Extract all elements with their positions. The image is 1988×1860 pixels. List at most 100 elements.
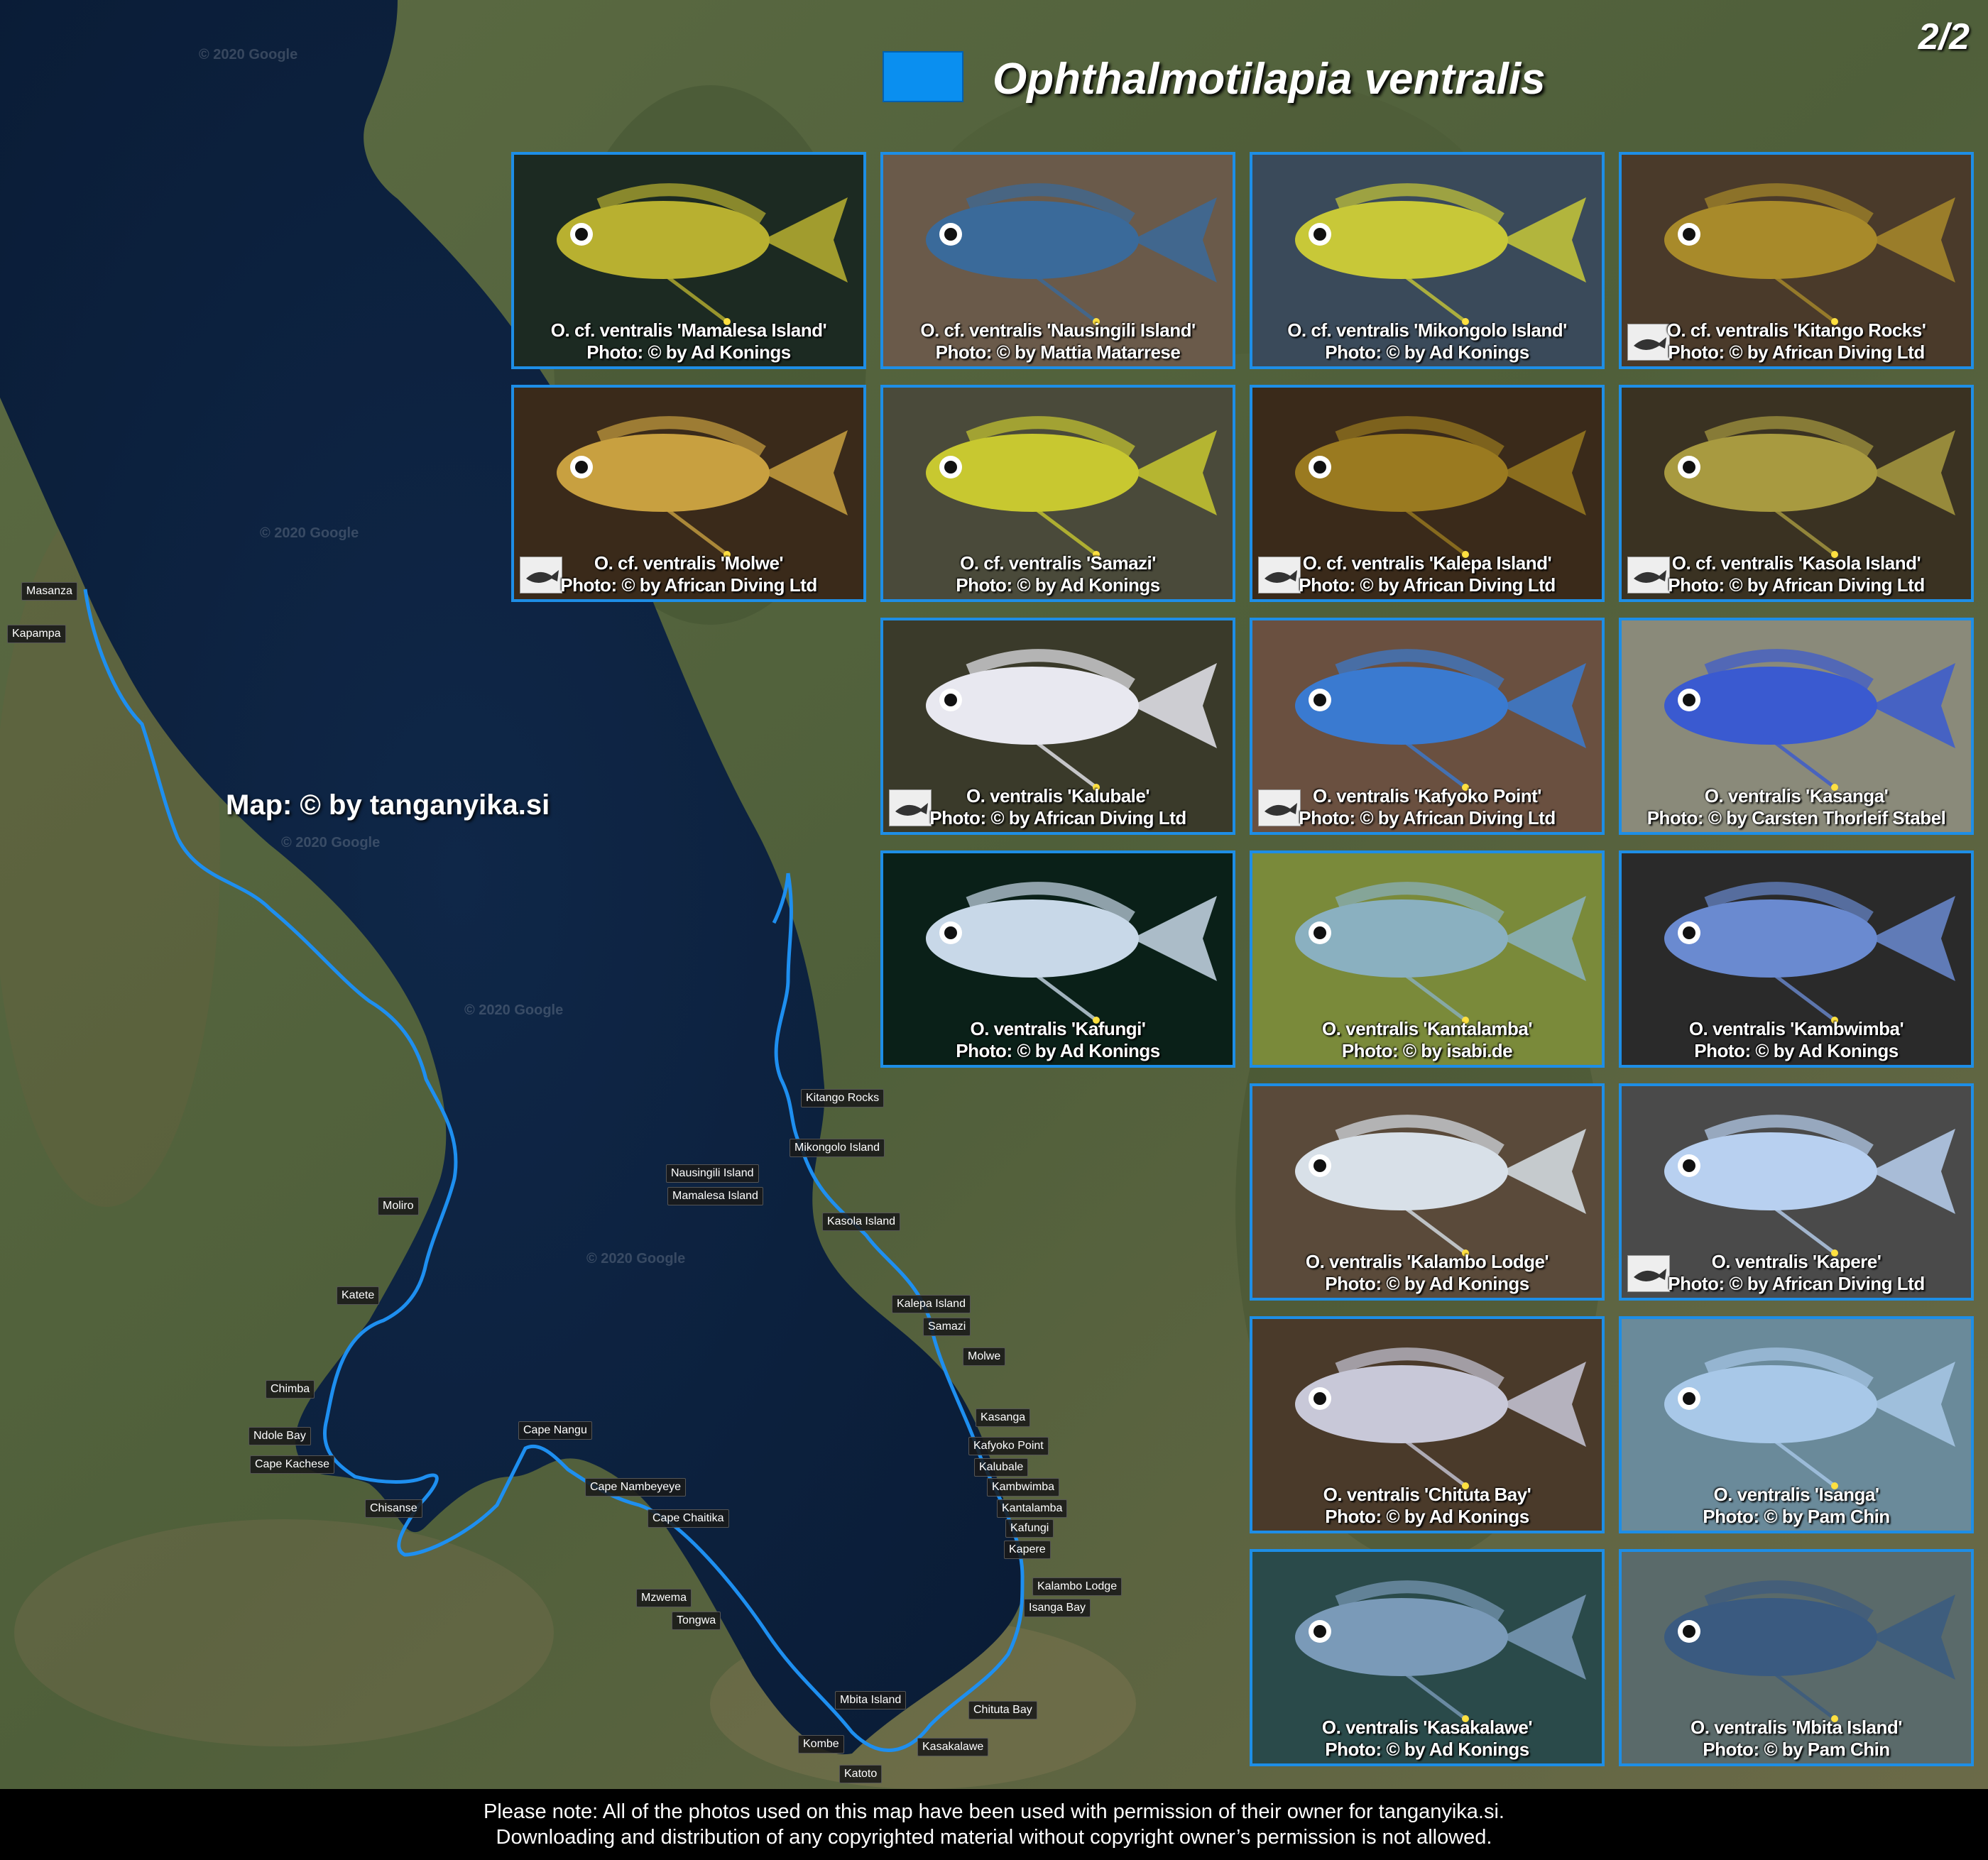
location-label[interactable]: Cape Nangu	[518, 1421, 592, 1440]
location-label[interactable]: Isanga Bay	[1024, 1599, 1091, 1617]
location-label[interactable]: Mamalesa Island	[667, 1187, 763, 1205]
photo-caption: O. cf. ventralis 'Samazi' Photo: © by Ad …	[883, 552, 1233, 596]
photo-credit: Photo: © by African Diving Ltd	[929, 807, 1186, 828]
photo-caption: O. cf. ventralis 'Kalepa Island' Photo: ©…	[1252, 552, 1602, 596]
location-label[interactable]: Kambwimba	[987, 1478, 1060, 1497]
photo-title: O. ventralis 'Isanga'	[1713, 1484, 1879, 1505]
location-label[interactable]: Kapampa	[7, 625, 66, 643]
photo-credit: Photo: © by Ad Konings	[956, 574, 1160, 596]
photo-title: O. ventralis 'Kapere'	[1711, 1251, 1882, 1272]
location-label[interactable]: Cape Nambeyeye	[585, 1478, 687, 1497]
photo-caption: O. ventralis 'Kapere' Photo: © by African…	[1622, 1251, 1971, 1295]
location-label[interactable]: Kapere	[1004, 1541, 1051, 1559]
fish-photo[interactable]: O. cf. ventralis 'Kitango Rocks' Photo: ©…	[1619, 152, 1974, 369]
photo-caption: O. cf. ventralis 'Kasola Island' Photo: ©…	[1622, 552, 1971, 596]
location-label[interactable]: Ndole Bay	[248, 1427, 311, 1445]
photo-caption: O. cf. ventralis 'Molwe' Photo: © by Afri…	[514, 552, 863, 596]
location-label[interactable]: Chimba	[266, 1380, 315, 1399]
footer-line-1: Please note: All of the photos used on t…	[484, 1800, 1504, 1823]
photo-title: O. cf. ventralis 'Kasola Island'	[1671, 552, 1921, 574]
fish-photo[interactable]: O. ventralis 'Chituta Bay' Photo: © by Ad…	[1250, 1316, 1605, 1533]
fish-photo[interactable]: O. cf. ventralis 'Mikongolo Island' Photo…	[1250, 152, 1605, 369]
fish-photo[interactable]: O. cf. ventralis 'Kasola Island' Photo: ©…	[1619, 385, 1974, 602]
fish-photo[interactable]: O. ventralis 'Mbita Island' Photo: © by P…	[1619, 1549, 1974, 1766]
location-label[interactable]: Kitango Rocks	[801, 1089, 885, 1107]
location-label[interactable]: Katete	[337, 1286, 380, 1305]
location-label[interactable]: Mbita Island	[835, 1691, 907, 1709]
fish-photo[interactable]: O. ventralis 'Kalubale' Photo: © by Afric…	[880, 618, 1235, 835]
location-label[interactable]: Mikongolo Island	[790, 1139, 885, 1157]
page-number: 2/2	[1918, 16, 1970, 58]
location-label[interactable]: Samazi	[923, 1318, 971, 1336]
fish-photo[interactable]: O. ventralis 'Kapere' Photo: © by African…	[1619, 1083, 1974, 1301]
location-label[interactable]: Masanza	[21, 582, 77, 601]
footer-notice: Please note: All of the photos used on t…	[0, 1789, 1988, 1860]
photo-credit: Photo: © by African Diving Ltd	[560, 574, 817, 596]
photo-credit: Photo: © by Pam Chin	[1703, 1506, 1890, 1527]
photo-caption: O. ventralis 'Kambwimba' Photo: © by Ad K…	[1622, 1018, 1971, 1062]
fish-photo[interactable]: O. ventralis 'Kafungi' Photo: © by Ad Kon…	[880, 850, 1235, 1068]
location-label[interactable]: Kasakalawe	[917, 1738, 989, 1756]
location-label[interactable]: Kalepa Island	[892, 1295, 971, 1313]
fish-photo[interactable]: O. ventralis 'Kasakalawe' Photo: © by Ad …	[1250, 1549, 1605, 1766]
fish-photo[interactable]: O. ventralis 'Kasanga' Photo: © by Carste…	[1619, 618, 1974, 835]
fish-photo[interactable]: O. ventralis 'Kambwimba' Photo: © by Ad K…	[1619, 850, 1974, 1068]
fish-photo[interactable]: O. ventralis 'Kantalamba' Photo: © by isa…	[1250, 850, 1605, 1068]
photo-title: O. cf. ventralis 'Molwe'	[594, 552, 784, 574]
photo-title: O. ventralis 'Chituta Bay'	[1323, 1484, 1531, 1505]
photo-caption: O. cf. ventralis 'Nausingili Island' Phot…	[883, 319, 1233, 363]
photo-caption: O. ventralis 'Kafyoko Point' Photo: © by …	[1252, 785, 1602, 829]
watermark: © 2020 Google	[464, 1002, 564, 1018]
photo-caption: O. ventralis 'Kasakalawe' Photo: © by Ad …	[1252, 1717, 1602, 1761]
fish-photo[interactable]: O. cf. ventralis 'Kalepa Island' Photo: ©…	[1250, 385, 1605, 602]
species-title: Ophthalmotilapia ventralis	[993, 55, 1546, 104]
location-label[interactable]: Cape Kachese	[250, 1455, 334, 1474]
fish-photo[interactable]: O. ventralis 'Isanga' Photo: © by Pam Chi…	[1619, 1316, 1974, 1533]
photo-title: O. ventralis 'Mbita Island'	[1691, 1717, 1902, 1738]
photo-title: O. cf. ventralis 'Nausingili Island'	[920, 319, 1196, 341]
photo-credit: Photo: © by African Diving Ltd	[1668, 341, 1925, 363]
location-label[interactable]: Cape Chaitika	[648, 1509, 729, 1528]
photo-credit: Photo: © by Ad Konings	[1694, 1040, 1899, 1061]
photo-caption: O. ventralis 'Kalambo Lodge' Photo: © by …	[1252, 1251, 1602, 1295]
fish-photo[interactable]: O. cf. ventralis 'Samazi' Photo: © by Ad …	[880, 385, 1235, 602]
photo-caption: O. ventralis 'Mbita Island' Photo: © by P…	[1622, 1717, 1971, 1761]
location-label[interactable]: Nausingili Island	[666, 1164, 759, 1183]
photo-credit: Photo: © by Pam Chin	[1703, 1739, 1890, 1760]
fish-photo[interactable]: O. ventralis 'Kalambo Lodge' Photo: © by …	[1250, 1083, 1605, 1301]
fish-photo[interactable]: O. cf. ventralis 'Mamalesa Island' Photo:…	[511, 152, 866, 369]
fish-photo[interactable]: O. ventralis 'Kafyoko Point' Photo: © by …	[1250, 618, 1605, 835]
location-label[interactable]: Kasola Island	[822, 1213, 901, 1231]
photo-title: O. ventralis 'Kambwimba'	[1688, 1018, 1904, 1039]
footer-line-2: Downloading and distribution of any copy…	[496, 1826, 1492, 1849]
location-label[interactable]: Mzwema	[636, 1589, 692, 1607]
location-label[interactable]: Kafungi	[1005, 1519, 1054, 1538]
map-credit: Map: © by tanganyika.si	[226, 789, 550, 821]
watermark: © 2020 Google	[199, 47, 298, 62]
location-label[interactable]: Kasanga	[976, 1408, 1031, 1427]
location-label[interactable]: Moliro	[378, 1197, 419, 1215]
location-label[interactable]: Chituta Bay	[968, 1701, 1037, 1719]
location-label[interactable]: Molwe	[963, 1347, 1006, 1366]
location-label[interactable]: Chisanse	[365, 1499, 422, 1518]
location-label[interactable]: Kombe	[798, 1735, 844, 1754]
location-label[interactable]: Kalubale	[974, 1458, 1029, 1477]
photo-title: O. ventralis 'Kasanga'	[1704, 785, 1889, 806]
location-label[interactable]: Kantalamba	[997, 1499, 1068, 1518]
photo-title: O. cf. ventralis 'Kitango Rocks'	[1666, 319, 1926, 341]
location-label[interactable]: Kalambo Lodge	[1032, 1577, 1123, 1596]
photo-title: O. ventralis 'Kalubale'	[966, 785, 1150, 806]
location-label[interactable]: Katoto	[839, 1765, 883, 1783]
fish-photo[interactable]: O. cf. ventralis 'Molwe' Photo: © by Afri…	[511, 385, 866, 602]
photo-caption: O. cf. ventralis 'Kitango Rocks' Photo: ©…	[1622, 319, 1971, 363]
photo-credit: Photo: © by Ad Konings	[956, 1040, 1160, 1061]
watermark: © 2020 Google	[586, 1251, 686, 1267]
photo-caption: O. cf. ventralis 'Mikongolo Island' Photo…	[1252, 319, 1602, 363]
location-label[interactable]: Kafyoko Point	[968, 1437, 1049, 1455]
fish-photo[interactable]: O. cf. ventralis 'Nausingili Island' Phot…	[880, 152, 1235, 369]
photo-credit: Photo: © by Ad Konings	[1325, 1273, 1529, 1294]
photo-caption: O. cf. ventralis 'Mamalesa Island' Photo:…	[514, 319, 863, 363]
photo-credit: Photo: © by African Diving Ltd	[1299, 807, 1556, 828]
location-label[interactable]: Tongwa	[672, 1612, 721, 1630]
photo-title: O. ventralis 'Kantalamba'	[1321, 1018, 1533, 1039]
